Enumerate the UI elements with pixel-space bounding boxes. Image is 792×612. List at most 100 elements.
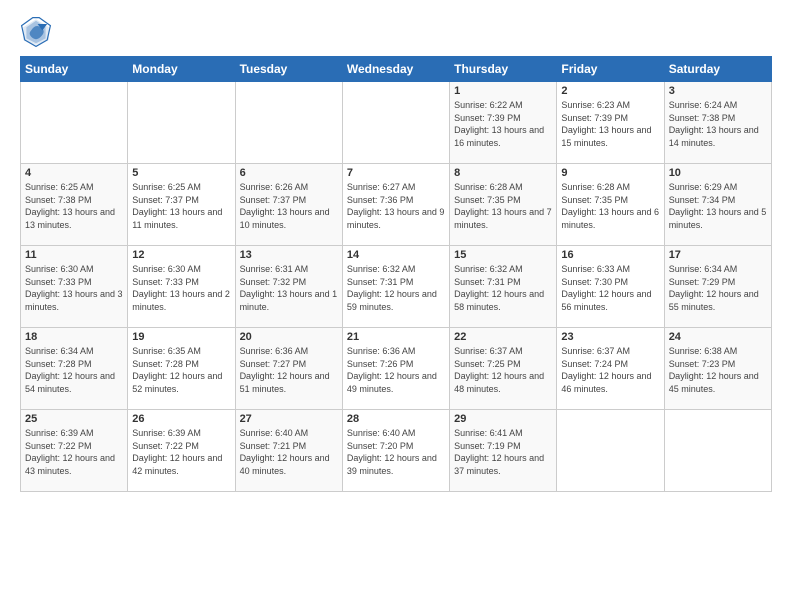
day-cell: 3 Sunrise: 6:24 AMSunset: 7:38 PMDaylight… bbox=[664, 82, 771, 164]
day-cell: 27 Sunrise: 6:40 AMSunset: 7:21 PMDayligh… bbox=[235, 410, 342, 492]
day-info: Sunrise: 6:40 AMSunset: 7:21 PMDaylight:… bbox=[240, 427, 338, 477]
week-row-1: 4 Sunrise: 6:25 AMSunset: 7:38 PMDaylight… bbox=[21, 164, 772, 246]
day-number: 4 bbox=[25, 167, 123, 179]
day-info: Sunrise: 6:22 AMSunset: 7:39 PMDaylight:… bbox=[454, 99, 552, 149]
day-info: Sunrise: 6:32 AMSunset: 7:31 PMDaylight:… bbox=[347, 263, 445, 313]
day-cell: 1 Sunrise: 6:22 AMSunset: 7:39 PMDaylight… bbox=[450, 82, 557, 164]
day-info: Sunrise: 6:40 AMSunset: 7:20 PMDaylight:… bbox=[347, 427, 445, 477]
week-row-2: 11 Sunrise: 6:30 AMSunset: 7:33 PMDayligh… bbox=[21, 246, 772, 328]
day-number: 14 bbox=[347, 249, 445, 261]
day-number: 11 bbox=[25, 249, 123, 261]
calendar-table: SundayMondayTuesdayWednesdayThursdayFrid… bbox=[20, 56, 772, 492]
day-info: Sunrise: 6:36 AMSunset: 7:27 PMDaylight:… bbox=[240, 345, 338, 395]
week-row-0: 1 Sunrise: 6:22 AMSunset: 7:39 PMDaylight… bbox=[21, 82, 772, 164]
day-number: 13 bbox=[240, 249, 338, 261]
day-cell: 7 Sunrise: 6:27 AMSunset: 7:36 PMDaylight… bbox=[342, 164, 449, 246]
day-number: 8 bbox=[454, 167, 552, 179]
day-number: 1 bbox=[454, 85, 552, 97]
col-header-tuesday: Tuesday bbox=[235, 57, 342, 82]
day-info: Sunrise: 6:26 AMSunset: 7:37 PMDaylight:… bbox=[240, 181, 338, 231]
day-info: Sunrise: 6:32 AMSunset: 7:31 PMDaylight:… bbox=[454, 263, 552, 313]
col-header-wednesday: Wednesday bbox=[342, 57, 449, 82]
day-cell: 20Sunrise: 6:36 AMSunset: 7:27 PMDayligh… bbox=[235, 328, 342, 410]
col-header-sunday: Sunday bbox=[21, 57, 128, 82]
day-cell: 10Sunrise: 6:29 AMSunset: 7:34 PMDayligh… bbox=[664, 164, 771, 246]
day-number: 27 bbox=[240, 413, 338, 425]
col-header-friday: Friday bbox=[557, 57, 664, 82]
day-info: Sunrise: 6:34 AMSunset: 7:28 PMDaylight:… bbox=[25, 345, 123, 395]
day-info: Sunrise: 6:41 AMSunset: 7:19 PMDaylight:… bbox=[454, 427, 552, 477]
day-info: Sunrise: 6:27 AMSunset: 7:36 PMDaylight:… bbox=[347, 181, 445, 231]
day-number: 3 bbox=[669, 85, 767, 97]
day-cell: 16 Sunrise: 6:33 AMSunset: 7:30 PMDayligh… bbox=[557, 246, 664, 328]
day-info: Sunrise: 6:25 AMSunset: 7:38 PMDaylight:… bbox=[25, 181, 123, 231]
day-number: 18 bbox=[25, 331, 123, 343]
day-info: Sunrise: 6:36 AMSunset: 7:26 PMDaylight:… bbox=[347, 345, 445, 395]
day-cell: 15 Sunrise: 6:32 AMSunset: 7:31 PMDayligh… bbox=[450, 246, 557, 328]
day-info: Sunrise: 6:33 AMSunset: 7:30 PMDaylight:… bbox=[561, 263, 659, 313]
day-cell: 18 Sunrise: 6:34 AMSunset: 7:28 PMDayligh… bbox=[21, 328, 128, 410]
day-info: Sunrise: 6:24 AMSunset: 7:38 PMDaylight:… bbox=[669, 99, 767, 149]
day-cell: 28 Sunrise: 6:40 AMSunset: 7:20 PMDayligh… bbox=[342, 410, 449, 492]
day-cell: 6 Sunrise: 6:26 AMSunset: 7:37 PMDaylight… bbox=[235, 164, 342, 246]
day-cell bbox=[235, 82, 342, 164]
week-row-4: 25Sunrise: 6:39 AMSunset: 7:22 PMDayligh… bbox=[21, 410, 772, 492]
day-number: 6 bbox=[240, 167, 338, 179]
day-cell: 23Sunrise: 6:37 AMSunset: 7:24 PMDayligh… bbox=[557, 328, 664, 410]
day-info: Sunrise: 6:37 AMSunset: 7:25 PMDaylight:… bbox=[454, 345, 552, 395]
day-number: 10 bbox=[669, 167, 767, 179]
col-header-thursday: Thursday bbox=[450, 57, 557, 82]
day-cell: 25Sunrise: 6:39 AMSunset: 7:22 PMDayligh… bbox=[21, 410, 128, 492]
day-number: 12 bbox=[132, 249, 230, 261]
day-cell: 5 Sunrise: 6:25 AMSunset: 7:37 PMDaylight… bbox=[128, 164, 235, 246]
week-row-3: 18 Sunrise: 6:34 AMSunset: 7:28 PMDayligh… bbox=[21, 328, 772, 410]
calendar-page: SundayMondayTuesdayWednesdayThursdayFrid… bbox=[0, 0, 792, 612]
day-info: Sunrise: 6:28 AMSunset: 7:35 PMDaylight:… bbox=[454, 181, 552, 231]
day-cell bbox=[128, 82, 235, 164]
day-number: 29 bbox=[454, 413, 552, 425]
day-info: Sunrise: 6:38 AMSunset: 7:23 PMDaylight:… bbox=[669, 345, 767, 395]
day-number: 15 bbox=[454, 249, 552, 261]
logo bbox=[20, 16, 56, 48]
col-header-saturday: Saturday bbox=[664, 57, 771, 82]
day-cell bbox=[342, 82, 449, 164]
day-cell: 29 Sunrise: 6:41 AMSunset: 7:19 PMDayligh… bbox=[450, 410, 557, 492]
day-info: Sunrise: 6:39 AMSunset: 7:22 PMDaylight:… bbox=[25, 427, 123, 477]
day-number: 19 bbox=[132, 331, 230, 343]
day-cell: 26 Sunrise: 6:39 AMSunset: 7:22 PMDayligh… bbox=[128, 410, 235, 492]
day-cell bbox=[664, 410, 771, 492]
day-cell: 4 Sunrise: 6:25 AMSunset: 7:38 PMDaylight… bbox=[21, 164, 128, 246]
day-number: 21 bbox=[347, 331, 445, 343]
day-cell: 17 Sunrise: 6:34 AMSunset: 7:29 PMDayligh… bbox=[664, 246, 771, 328]
day-info: Sunrise: 6:34 AMSunset: 7:29 PMDaylight:… bbox=[669, 263, 767, 313]
day-cell: 19 Sunrise: 6:35 AMSunset: 7:28 PMDayligh… bbox=[128, 328, 235, 410]
day-info: Sunrise: 6:30 AMSunset: 7:33 PMDaylight:… bbox=[132, 263, 230, 313]
day-info: Sunrise: 6:39 AMSunset: 7:22 PMDaylight:… bbox=[132, 427, 230, 477]
day-cell bbox=[21, 82, 128, 164]
logo-icon bbox=[20, 16, 52, 48]
day-number: 24 bbox=[669, 331, 767, 343]
day-number: 16 bbox=[561, 249, 659, 261]
day-cell: 11 Sunrise: 6:30 AMSunset: 7:33 PMDayligh… bbox=[21, 246, 128, 328]
day-number: 23 bbox=[561, 331, 659, 343]
day-cell: 14 Sunrise: 6:32 AMSunset: 7:31 PMDayligh… bbox=[342, 246, 449, 328]
day-info: Sunrise: 6:35 AMSunset: 7:28 PMDaylight:… bbox=[132, 345, 230, 395]
day-info: Sunrise: 6:28 AMSunset: 7:35 PMDaylight:… bbox=[561, 181, 659, 231]
day-cell: 9 Sunrise: 6:28 AMSunset: 7:35 PMDaylight… bbox=[557, 164, 664, 246]
day-number: 26 bbox=[132, 413, 230, 425]
day-number: 28 bbox=[347, 413, 445, 425]
day-cell: 22 Sunrise: 6:37 AMSunset: 7:25 PMDayligh… bbox=[450, 328, 557, 410]
day-number: 22 bbox=[454, 331, 552, 343]
day-number: 9 bbox=[561, 167, 659, 179]
day-number: 7 bbox=[347, 167, 445, 179]
day-number: 17 bbox=[669, 249, 767, 261]
day-info: Sunrise: 6:23 AMSunset: 7:39 PMDaylight:… bbox=[561, 99, 659, 149]
calendar-body: 1 Sunrise: 6:22 AMSunset: 7:39 PMDaylight… bbox=[21, 82, 772, 492]
day-cell: 12 Sunrise: 6:30 AMSunset: 7:33 PMDayligh… bbox=[128, 246, 235, 328]
day-number: 5 bbox=[132, 167, 230, 179]
day-cell: 21 Sunrise: 6:36 AMSunset: 7:26 PMDayligh… bbox=[342, 328, 449, 410]
day-info: Sunrise: 6:25 AMSunset: 7:37 PMDaylight:… bbox=[132, 181, 230, 231]
col-header-monday: Monday bbox=[128, 57, 235, 82]
day-cell: 13Sunrise: 6:31 AMSunset: 7:32 PMDayligh… bbox=[235, 246, 342, 328]
day-info: Sunrise: 6:30 AMSunset: 7:33 PMDaylight:… bbox=[25, 263, 123, 313]
